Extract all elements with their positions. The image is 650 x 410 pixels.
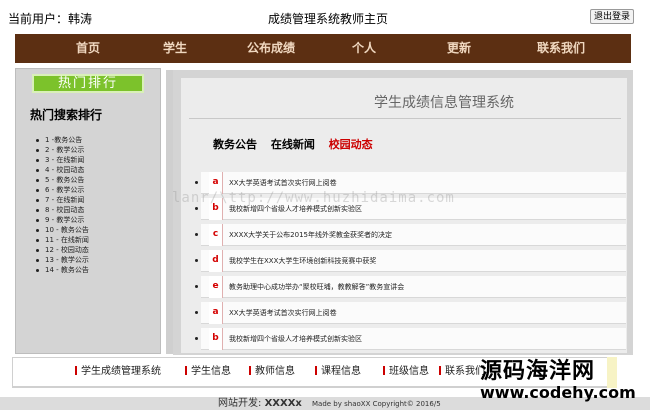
- footer-link-classes[interactable]: 班级信息: [383, 362, 429, 377]
- nav-item-publish-grades[interactable]: 公布成绩: [247, 34, 295, 63]
- news-item[interactable]: a XX大学英语考试首次实行网上阅卷: [195, 172, 626, 194]
- news-title[interactable]: 我校新增四个省级人才培养模式创新实验区: [229, 198, 362, 220]
- news-letter-badge: b: [209, 198, 223, 220]
- nav-item-update[interactable]: 更新: [447, 34, 471, 63]
- news-tabs: 教务公告 在线新闻 校园动态: [213, 136, 383, 152]
- news-letter-badge: b: [209, 328, 223, 350]
- footer-link-teachers[interactable]: 教师信息: [249, 362, 295, 377]
- nav-item-home[interactable]: 首页: [76, 34, 100, 63]
- hot-search-title: 热门搜索排行: [30, 108, 103, 122]
- tab-campus-news[interactable]: 校园动态: [329, 138, 373, 151]
- sidebar-item[interactable]: 2 - 教学公示: [36, 145, 160, 155]
- sidebar-item[interactable]: 4 - 校园动态: [36, 165, 160, 175]
- news-title[interactable]: 我校新增四个省级人才培养模式创新实验区: [229, 328, 362, 350]
- hot-search-list: 1 -教务公告 2 - 教学公示 3 - 在线新闻 4 - 校园动态 5 - 教…: [36, 135, 160, 275]
- news-letter-badge: c: [209, 224, 223, 246]
- sidebar-item[interactable]: 13 - 教学公示: [36, 255, 160, 265]
- footer-link-students[interactable]: 学生信息: [185, 362, 231, 377]
- news-item[interactable]: e 教务助理中心成功举办“聚校旺埔，教教解答”教务宣讲会: [195, 276, 626, 298]
- news-title[interactable]: XX大学英语考试首次实行网上阅卷: [229, 172, 337, 194]
- sidebar-item[interactable]: 6 - 教学公示: [36, 185, 160, 195]
- logout-button[interactable]: 退出登录: [590, 9, 634, 24]
- made-by-text: Made by shaoXX Copyright© 2016/5: [312, 400, 441, 408]
- footer-link-courses[interactable]: 课程信息: [315, 362, 361, 377]
- news-item[interactable]: c XXXX大学关于公布2015年线外奖教金获奖者的决定: [195, 224, 626, 246]
- site-watermark-url: www.codehy.com: [480, 383, 636, 402]
- sidebar-item[interactable]: 9 - 教学公示: [36, 215, 160, 225]
- bullet-icon: [195, 337, 198, 340]
- sidebar-item[interactable]: 7 - 在线新闻: [36, 195, 160, 205]
- news-title[interactable]: XX大学英语考试首次实行网上阅卷: [229, 302, 337, 324]
- title-divider: [189, 118, 621, 119]
- news-letter-badge: e: [209, 276, 223, 298]
- main-nav: 首页 学生 公布成绩 个人 更新 联系我们: [15, 34, 631, 63]
- news-item[interactable]: a XX大学英语考试首次实行网上阅卷: [195, 302, 626, 324]
- nav-item-personal[interactable]: 个人: [352, 34, 376, 63]
- news-item[interactable]: b 我校新增四个省级人才培养模式创新实验区: [195, 198, 626, 220]
- tab-announcements[interactable]: 教务公告: [213, 138, 257, 151]
- sidebar: 热门排行 热门搜索排行 1 -教务公告 2 - 教学公示 3 - 在线新闻 4 …: [15, 68, 161, 354]
- system-title: 学生成绩信息管理系统: [374, 95, 514, 111]
- news-title[interactable]: 我校学生在XXX大学生环境创新科技竞赛中获奖: [229, 250, 376, 272]
- nav-item-contact[interactable]: 联系我们: [537, 34, 585, 63]
- nav-item-students[interactable]: 学生: [163, 34, 187, 63]
- bullet-icon: [195, 259, 198, 262]
- bullet-icon: [195, 285, 198, 288]
- page-title: 成绩管理系统教师主页: [268, 12, 389, 26]
- bullet-icon: [195, 233, 198, 236]
- site-watermark: 源码海洋网 www.codehy.com: [480, 353, 650, 402]
- sidebar-item[interactable]: 12 - 校园动态: [36, 245, 160, 255]
- developer-info: 网站开发: XXXXx: [218, 398, 302, 409]
- news-letter-badge: a: [209, 172, 223, 194]
- site-watermark-name: 源码海洋网: [480, 359, 596, 384]
- news-item[interactable]: d 我校学生在XXX大学生环境创新科技竞赛中获奖: [195, 250, 626, 272]
- top-bar: 当前用户：韩涛 成绩管理系统教师主页 退出登录: [0, 0, 650, 32]
- column-strip: [166, 70, 173, 354]
- bullet-icon: [195, 181, 198, 184]
- news-list: a XX大学英语考试首次实行网上阅卷 b 我校新增四个省级人才培养模式创新实验区 c…: [195, 172, 626, 354]
- footer-link-system[interactable]: 学生成绩管理系统: [75, 362, 161, 377]
- news-title[interactable]: 教务助理中心成功举办“聚校旺埔，教教解答”教务宣讲会: [229, 276, 404, 298]
- tab-online-news[interactable]: 在线新闻: [271, 138, 315, 151]
- bullet-icon: [195, 207, 198, 210]
- hot-ranking-banner: 热门排行: [32, 74, 144, 93]
- sidebar-item[interactable]: 10 - 教务公告: [36, 225, 160, 235]
- sidebar-item[interactable]: 14 - 教务公告: [36, 265, 160, 275]
- news-letter-badge: d: [209, 250, 223, 272]
- current-user: 当前用户：韩涛: [8, 12, 93, 26]
- bullet-icon: [195, 311, 198, 314]
- sidebar-item[interactable]: 11 - 在线新闻: [36, 235, 160, 245]
- news-item[interactable]: b 我校新增四个省级人才培养模式创新实验区: [195, 328, 626, 350]
- sidebar-item[interactable]: 5 - 教务公告: [36, 175, 160, 185]
- main-panel: 学生成绩信息管理系统 教务公告 在线新闻 校园动态 a XX大学英语考试首次实行网…: [173, 70, 633, 355]
- footer-link-contact[interactable]: 联系我们: [439, 362, 485, 377]
- sidebar-item[interactable]: 1 -教务公告: [36, 135, 160, 145]
- news-letter-badge: a: [209, 302, 223, 324]
- sidebar-item[interactable]: 8 - 校园动态: [36, 205, 160, 215]
- news-title[interactable]: XXXX大学关于公布2015年线外奖教金获奖者的决定: [229, 224, 392, 246]
- sidebar-item[interactable]: 3 - 在线新闻: [36, 155, 160, 165]
